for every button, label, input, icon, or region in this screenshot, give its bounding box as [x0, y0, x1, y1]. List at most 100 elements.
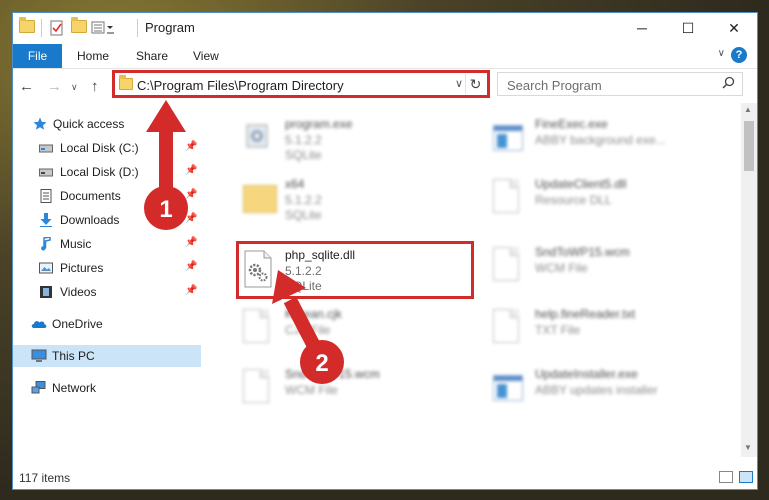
- address-highlight-box: [112, 70, 490, 98]
- sidebar-item-label: OneDrive: [52, 317, 103, 331]
- title-divider: [137, 19, 138, 37]
- tab-home[interactable]: Home: [77, 49, 109, 63]
- sidebar-item-label: Network: [52, 381, 97, 395]
- file-description: TXT File: [535, 323, 581, 337]
- tab-file[interactable]: File: [13, 44, 62, 68]
- document-icon: [243, 369, 273, 407]
- scroll-up-icon[interactable]: ▲: [744, 105, 752, 114]
- status-bar: 117 items: [13, 457, 757, 489]
- sidebar-item-documents[interactable]: Documents 📌: [13, 185, 201, 207]
- forward-arrow-icon[interactable]: →: [47, 78, 62, 95]
- file-item[interactable]: FineExec.exe ABBY background exe...: [487, 113, 727, 169]
- sidebar-item-label: This PC: [52, 349, 95, 363]
- navigation-bar: ← → ∨ ↑ C:\Program Files\Program Directo…: [13, 69, 757, 103]
- sidebar-item-local-disk-c[interactable]: Local Disk (C:) 📌: [13, 137, 201, 159]
- new-folder-icon[interactable]: [71, 17, 87, 36]
- file-description: ABBY updates installer: [535, 383, 658, 397]
- file-name: help.fineReader.txt: [535, 307, 636, 321]
- pin-icon[interactable]: 📌: [185, 237, 197, 248]
- file-description: WCM File: [535, 261, 588, 275]
- file-name: program.exe: [285, 117, 353, 131]
- properties-icon[interactable]: [49, 20, 65, 36]
- sidebar-item-videos[interactable]: Videos 📌: [13, 281, 201, 303]
- title-bar: Program ─ ☐ ✕: [13, 13, 757, 43]
- pin-icon[interactable]: 📌: [185, 213, 197, 224]
- navigation-pane: Quick access Local Disk (C:) 📌 Local Dis…: [13, 103, 201, 457]
- sidebar-item-this-pc[interactable]: This PC: [13, 345, 201, 367]
- sidebar-item-label: Local Disk (D:): [60, 165, 139, 179]
- sidebar-item-label: Documents: [60, 189, 121, 203]
- file-name: x64: [285, 177, 305, 191]
- computer-icon: [31, 349, 47, 363]
- scroll-down-icon[interactable]: ▼: [744, 443, 752, 452]
- expand-ribbon-icon[interactable]: ∨: [718, 48, 725, 59]
- application-icon: [243, 119, 273, 157]
- sidebar-item-label: Pictures: [60, 261, 104, 275]
- film-icon: [39, 285, 53, 299]
- pin-icon[interactable]: 📌: [185, 261, 197, 272]
- file-name: Korean.cjk: [285, 307, 342, 321]
- file-item[interactable]: Korean.cjk CJK File: [237, 303, 477, 359]
- search-input[interactable]: Search Program: [497, 72, 743, 96]
- application-icon: [493, 119, 523, 157]
- pin-icon[interactable]: 📌: [185, 165, 197, 176]
- file-item[interactable]: UpdateClient5.dll Resource DLL: [487, 173, 727, 229]
- file-description: SQLite: [285, 148, 322, 162]
- file-name: UpdateClient5.dll: [535, 177, 627, 191]
- details-view-icon[interactable]: [719, 471, 733, 483]
- ribbon-tabs: File Home Share View ∨ ?: [13, 43, 757, 69]
- vertical-scrollbar[interactable]: ▲ ▼: [741, 103, 757, 457]
- sidebar-item-pictures[interactable]: Pictures 📌: [13, 257, 201, 279]
- window-title: Program: [145, 20, 195, 35]
- file-item[interactable]: SndToWP15.wcm WCM File: [487, 241, 727, 297]
- pin-icon[interactable]: 📌: [185, 189, 197, 200]
- sidebar-item-label: Downloads: [60, 213, 120, 227]
- tab-share[interactable]: Share: [136, 49, 168, 63]
- sidebar-item-quick-access[interactable]: Quick access: [13, 113, 201, 135]
- pictures-icon: [39, 261, 53, 275]
- file-item[interactable]: SndToWP15.wcm WCM File: [237, 363, 477, 419]
- documents-icon: [39, 189, 53, 203]
- file-item[interactable]: x64 5.1.2.2 SQLite: [237, 173, 477, 229]
- up-arrow-icon[interactable]: ↑: [91, 78, 99, 95]
- recent-locations-icon[interactable]: ∨: [71, 82, 78, 93]
- file-description: WCM File: [285, 383, 338, 397]
- back-arrow-icon[interactable]: ←: [19, 78, 34, 95]
- dll-gear-icon: [493, 179, 523, 217]
- sidebar-item-label: Quick access: [53, 117, 125, 131]
- pin-icon[interactable]: 📌: [185, 285, 197, 296]
- sidebar-item-music[interactable]: Music 📌: [13, 233, 201, 255]
- file-item[interactable]: program.exe 5.1.2.2 SQLite: [237, 113, 477, 169]
- file-name: FineExec.exe: [535, 117, 608, 131]
- customize-toolbar-icon[interactable]: [91, 20, 114, 36]
- sidebar-item-onedrive[interactable]: OneDrive: [13, 313, 201, 335]
- scrollbar-thumb[interactable]: [744, 121, 754, 171]
- search-placeholder: Search Program: [507, 78, 602, 93]
- document-icon: [493, 247, 523, 285]
- sidebar-item-network[interactable]: Network: [13, 377, 201, 399]
- sidebar-item-local-disk-d[interactable]: Local Disk (D:) 📌: [13, 161, 201, 183]
- maximize-button[interactable]: ☐: [665, 13, 711, 43]
- tiles-view-icon[interactable]: [739, 471, 753, 483]
- minimize-button[interactable]: ─: [619, 13, 665, 43]
- folder-icon: [19, 17, 35, 36]
- file-item[interactable]: help.fineReader.txt TXT File: [487, 303, 727, 359]
- file-version: 5.1.2.2: [285, 133, 322, 147]
- sidebar-item-label: Videos: [60, 285, 97, 299]
- download-arrow-icon: [39, 213, 53, 227]
- cloud-icon: [31, 317, 47, 331]
- file-version: 5.1.2.2: [285, 193, 322, 207]
- file-description: CJK File: [285, 323, 331, 337]
- file-list: program.exe 5.1.2.2 SQLite x64 5.1.2.2 S…: [201, 103, 741, 457]
- tab-view[interactable]: View: [193, 49, 219, 63]
- file-description: ABBY background exe...: [535, 133, 666, 147]
- close-button[interactable]: ✕: [711, 13, 757, 43]
- sidebar-item-downloads[interactable]: Downloads 📌: [13, 209, 201, 231]
- file-item[interactable]: UpdateInstaller.exe ABBY updates install…: [487, 363, 727, 419]
- help-icon[interactable]: ?: [731, 47, 747, 63]
- network-icon: [31, 381, 46, 395]
- music-note-icon: [39, 236, 53, 251]
- folder-icon: [243, 179, 277, 217]
- pin-icon[interactable]: 📌: [185, 141, 197, 152]
- search-icon[interactable]: [722, 76, 735, 92]
